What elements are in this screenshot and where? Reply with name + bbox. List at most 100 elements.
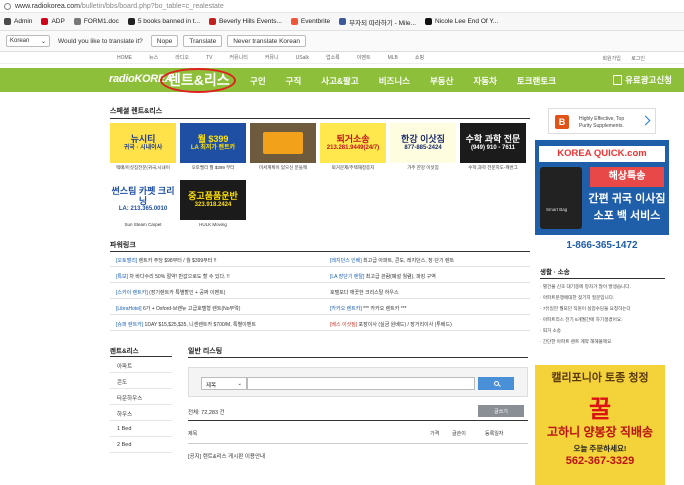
bookmark-item[interactable]: Eventbrite [290,18,330,25]
divider [540,278,665,279]
tile-subline: 귀국 · 시내이사 [123,144,163,151]
topnav-link[interactable]: 라디오 [175,54,189,61]
info-icon[interactable] [4,2,11,10]
bookmark-item[interactable]: 부자되 따라하기 - Mile... [339,17,416,27]
login-link[interactable]: 로그인 [631,56,645,62]
main-nav-item[interactable]: 구인 [250,75,266,87]
honey-ad[interactable]: 캘리포니아 토종 청정 꿀 고하니 양봉장 직배송 오늘 주문하세요! 562-… [535,365,665,485]
col-date: 등록일자 [485,431,504,437]
main-nav-item[interactable]: 사고&팔고 [321,75,358,87]
highlight-circle [160,68,236,93]
translate-button[interactable]: Translate [183,35,223,47]
paid-ad-button[interactable]: 유료광고신청 [613,74,672,86]
korea-quick-ad[interactable]: KOREA QUICK.com Smart Bag 해상특송 간편 귀국 이사짐… [535,140,669,256]
powerlink-text: 포장이사 (실금 원베드) / 장거리이사 (투베드) [357,322,452,328]
powerlink-item[interactable]: [레지던스 인베] 최고급 아파트, 콘도, 레지던스, 장·단기 렌트 [330,257,454,264]
ad-phone: 562-367-3329 [565,455,635,467]
topnav-link[interactable]: 이벤트 [357,54,371,61]
category-item[interactable]: 2 Bed [110,437,172,453]
search-input[interactable] [247,377,475,390]
category-menu: 렌트&리스 아파트 콘도 타운하우스 하우스 1 Bed 2 Bed [110,345,172,453]
tile-caption: 미서계획이 있으신 분들께 [258,165,308,170]
news-item[interactable]: 간단한 아파트 렌트 계약 해해볼께요 [540,339,612,345]
special-tile[interactable]: 수학 과학 전문 (949) 910 - 7611 수학,과학 전문지도-캐반그 [460,123,526,171]
topnav-link[interactable]: 커뮤니티 [229,54,247,61]
url-text[interactable]: www.radiokorea.com/bulletin/bbs/board.ph… [15,3,224,10]
special-tile[interactable]: 한강 이삿짐 877-885-2424 가주 한강 이삿짐 [390,123,456,171]
tile-caption: 오토밸리 월 $399 부터 [191,165,235,170]
special-tile[interactable]: 중고품품운반 323.918.2424 HULK Moving [180,180,246,227]
col-title: 제목 [188,431,198,437]
special-tile[interactable]: 뉴시티 귀국 · 시내이사 택배/이삿짐전문(귀국,시내이 [110,123,176,171]
news-item[interactable]: 7유일만 월되던 직원이 실업수당을 요청하는다 [540,306,631,312]
powerlink-item[interactable]: [오토밸리] 렌트카 주당 $98부터 / 월 $399부터 !! [116,257,217,264]
search-box: 제목 ⌄ [188,367,528,397]
main-nav-item[interactable]: 구직 [286,75,302,87]
supplement-ad[interactable]: B Highly Effective, Top Purity Supplement… [548,108,656,134]
topnav-link[interactable]: 커뮤니 [265,54,279,61]
topnav-link[interactable]: TV [206,55,212,61]
divider [188,357,528,358]
search-field-select[interactable]: 제목 ⌄ [201,377,247,390]
bookmark-item[interactable]: Admin [4,18,32,25]
korea-quick-logo: KOREA QUICK.com [539,146,665,162]
table-row[interactable]: [공지] 렌트&리스 게시판 이용안내 [188,446,528,464]
powerlink-row: [오토밸리] 렌트카 주당 $98부터 / 월 $399부터 !! [레지던스 인… [110,253,530,267]
powerlink-item[interactable]: [스카이 렌트카] (장기렌트카 특별할인 + 공짜 이벤트) [116,289,225,296]
notice-title[interactable]: [공지] 렌트&리스 게시판 이용안내 [188,452,265,460]
category-item[interactable]: 아파트 [110,357,172,373]
category-item[interactable]: 콘도 [110,373,172,389]
nope-button[interactable]: Nope [150,35,179,47]
address-bar[interactable]: www.radiokorea.com/bulletin/bbs/board.ph… [0,0,684,13]
topnav-link[interactable]: 뉴스 [149,54,158,61]
write-button[interactable]: 글쓰기 [478,405,524,417]
powerlink-item[interactable]: 호텔보다 깨끗한 크리스탈 하우스 [330,289,399,296]
bookmark-item[interactable]: FORM1.doc [73,18,119,25]
language-select[interactable]: Korean ⌄ [6,35,50,47]
special-tile[interactable]: 퇴거소송 213.281.9449(24/7) 퇴거문제/주택재정증지 [320,123,386,171]
topnav-link[interactable]: USalk [296,55,309,61]
bookmark-item[interactable]: ADP [41,18,65,25]
powerlink-item[interactable]: [베스 이삿짐] 포장이사 (실금 원베드) / 장거리이사 (투베드) [330,321,452,328]
search-button[interactable] [478,377,514,390]
news-item[interactable]: 아파트리스 전기 6개월간에 하기생겼어요. [540,317,623,323]
powerlink-item[interactable]: [특보] 차 바다수리 50% 절약! 반값으로도 할 수 있다. !! [116,273,230,280]
main-nav-item[interactable]: 토크랜토크 [517,75,556,87]
powerlink-item[interactable]: [슈퍼 렌트카] 1DAY $15,$25,$35, 니센렌트카 $700/M,… [116,321,256,328]
news-item[interactable]: 퇴거 소송 [540,328,561,334]
bookmark-item[interactable]: 5 books banned in t... [127,18,200,25]
signup-link[interactable]: 회원가입 [602,56,620,62]
bookmark-label: Admin [14,18,33,25]
bookmark-item[interactable]: Nicole Lee End Of Y... [424,18,498,25]
special-tile[interactable]: 미서계획이 있으신 분들께 [250,123,316,171]
main-nav-item[interactable]: 자동차 [473,75,496,87]
powerlink-item[interactable]: [LA 장단기 렌탈] 최고급 관람(폐설 월렴), 파킹 구역 [330,273,436,280]
main-nav-item[interactable]: 비즈니스 [379,75,410,87]
powerlink-item[interactable]: [LibraHotel] 6가 + Oxford-브랜뉴 고급호텔형 렌트(No… [116,305,240,312]
tile-caption: 가주 한강 이삿짐 [407,165,439,170]
chevron-down-icon: ⌄ [237,381,242,387]
ad-line: 고하니 양봉장 직배송 [546,425,654,439]
tile-caption: HULK Moving [199,222,227,227]
topnav-link[interactable]: 업소록 [326,54,340,61]
tile-headline: 썬스팀 카펫 크리닝 [111,186,175,206]
topnav-link[interactable]: MLB [388,55,398,61]
tile-headline: 월 $399 [197,134,229,145]
news-item[interactable]: 별건물 신호 대기중에 정차가 많이 발생습니다. [540,284,631,290]
category-item[interactable]: 하우스 [110,405,172,421]
tile-banner: 퇴거소송 213.281.9449(24/7) [320,123,386,163]
topnav-link[interactable]: HOME [117,55,132,61]
main-nav-item[interactable]: 부동산 [430,75,453,87]
topnav-link[interactable]: 쇼핑 [415,54,424,61]
powerlink-item[interactable]: [카카오 렌트카] *** 카카오 렌트카 *** [330,305,407,312]
bookmark-item[interactable]: Beverly Hills Events... [209,18,282,25]
category-item[interactable]: 1 Bed [110,421,172,437]
special-tile[interactable]: 썬스팀 카펫 크리닝 LA: 213.365.0010 Sun Steam Carp… [110,180,176,227]
powerlink-tag: [LA 장단기 렌탈] [330,274,365,280]
news-item[interactable]: 아파트분쟁에대한 젖기지 질문입니다. [540,295,614,301]
tile-subline: 213.281.9449(24/7) [326,144,380,151]
tile-caption: 택배/이삿짐전문(귀국,시내이 [116,165,170,170]
special-tile[interactable]: 월 $399 LA 최저가 렌트카 오토밸리 월 $399 부터 [180,123,246,171]
category-item[interactable]: 타운하우스 [110,389,172,405]
never-translate-button[interactable]: Never translate Korean [227,35,307,47]
